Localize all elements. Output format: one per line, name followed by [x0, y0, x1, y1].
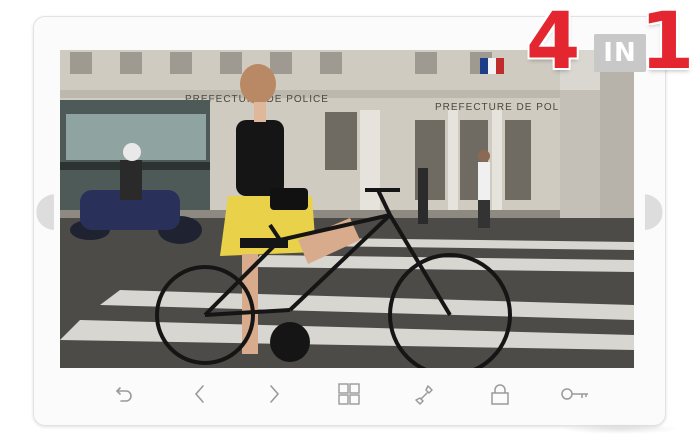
next-button[interactable] — [262, 382, 286, 406]
device-shadow — [560, 424, 680, 434]
back-icon — [116, 387, 132, 402]
badge-in-text: IN — [594, 34, 646, 72]
key-icon — [561, 388, 588, 400]
chevron-right-icon — [270, 385, 280, 403]
key-button[interactable] — [560, 382, 590, 406]
street-photo: PREFECTURE DE POLICE PREFECTURE DE POLIC… — [60, 50, 634, 368]
menu-grid-button[interactable] — [337, 382, 361, 406]
four-in-one-badge: 4 IN 1 — [522, 0, 694, 84]
grid-icon — [338, 383, 360, 405]
phone-handset-icon — [415, 385, 433, 405]
previous-button[interactable] — [188, 382, 212, 406]
chevron-left-icon — [194, 385, 204, 403]
badge-number-left: 4 — [526, 0, 581, 87]
monitor-screen: PREFECTURE DE POLICE PREFECTURE DE POLIC… — [60, 50, 634, 368]
call-button[interactable] — [412, 382, 436, 406]
lock-button[interactable] — [488, 382, 512, 406]
left-side-arc-icon: ◖ — [33, 181, 59, 235]
back-button[interactable] — [112, 382, 136, 406]
badge-number-right: 1 — [640, 0, 695, 87]
right-side-arc-icon: ◗ — [640, 181, 666, 235]
monitor-toolbar — [60, 376, 634, 412]
lock-icon — [491, 384, 509, 405]
